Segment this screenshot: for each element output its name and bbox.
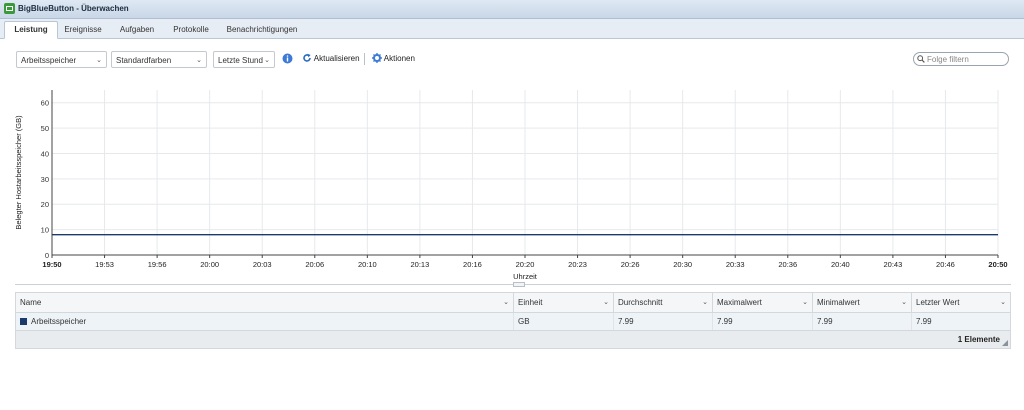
table-row[interactable]: Arbeitsspeicher GB 7.99 7.99 7.99 7.99	[16, 313, 1010, 331]
actions-button[interactable]: Aktionen	[372, 52, 415, 66]
gear-icon	[372, 53, 382, 63]
column-header-name[interactable]: Name ⌄	[16, 293, 514, 312]
x-tick-label: 20:16	[463, 260, 482, 269]
column-header-max[interactable]: Maximalwert ⌄	[713, 293, 813, 312]
window-title: BigBlueButton - Überwachen	[18, 4, 129, 13]
x-tick-label: 20:40	[831, 260, 850, 269]
time-range-select[interactable]: Letzte Stunde ⌄	[213, 51, 275, 68]
column-header-min[interactable]: Minimalwert ⌄	[813, 293, 912, 312]
y-tick-label: 40	[41, 149, 49, 158]
chevron-down-icon: ⌄	[196, 57, 202, 64]
y-tick-label: 0	[45, 251, 49, 260]
tab-bar: Leistung Ereignisse Aufgaben Protokolle …	[0, 19, 1024, 39]
x-tick-label: 20:26	[621, 260, 640, 269]
x-axis-title: Uhrzeit	[513, 272, 538, 280]
cell-average: 7.99	[614, 313, 713, 330]
chevron-down-icon: ⌄	[603, 299, 609, 306]
cell-min: 7.99	[813, 313, 912, 330]
chevron-down-icon: ⌄	[901, 299, 907, 306]
column-header-unit[interactable]: Einheit ⌄	[514, 293, 614, 312]
tab-benachrichtigungen[interactable]: Benachrichtigungen	[222, 22, 302, 37]
x-tick-label: 20:13	[410, 260, 429, 269]
table-footer: 1 Elemente	[16, 331, 1010, 348]
chart-labels: 0 10 20 30 40 50 60 19:50 19:53 19:56 20:00 20:03 20…	[14, 99, 1008, 280]
x-tick-label: 20:03	[253, 260, 272, 269]
cell-unit: GB	[514, 313, 614, 330]
x-tick-label: 20:33	[726, 260, 745, 269]
chevron-down-icon: ⌄	[96, 57, 102, 64]
chevron-down-icon: ⌄	[263, 52, 270, 67]
performance-chart: 0 10 20 30 40 50 60 19:50 19:53 19:56 20:00 20:03 20…	[14, 90, 1008, 280]
column-header-average[interactable]: Durchschnitt ⌄	[614, 293, 713, 312]
filter-input[interactable]: Folge filtern	[913, 52, 1009, 66]
tab-aufgaben[interactable]: Aufgaben	[112, 22, 162, 37]
search-icon	[917, 55, 925, 63]
series-color-swatch	[20, 318, 27, 325]
x-tick-label: 20:36	[778, 260, 797, 269]
x-tick-label: 20:43	[883, 260, 902, 269]
x-tick-label: 20:06	[305, 260, 324, 269]
x-tick-label: 20:00	[200, 260, 219, 269]
y-tick-label: 50	[41, 124, 49, 133]
color-scheme-select-value: Standardfarben	[116, 56, 172, 65]
x-tick-label: 20:30	[673, 260, 692, 269]
color-scheme-select[interactable]: Standardfarben ⌄	[111, 51, 207, 68]
metric-select[interactable]: Arbeitsspeicher ⌄	[16, 51, 107, 68]
cell-last: 7.99	[916, 317, 932, 326]
actions-label: Aktionen	[383, 54, 415, 63]
y-tick-label: 30	[41, 175, 49, 184]
x-tick-label: 20:46	[936, 260, 955, 269]
tab-protokolle[interactable]: Protokolle	[166, 22, 216, 37]
y-tick-label: 60	[41, 99, 49, 108]
bigbluebutton-vm-icon	[4, 3, 15, 14]
x-tick-label: 20:20	[516, 260, 535, 269]
toolbar-divider	[364, 53, 365, 65]
refresh-label: Aktualisieren	[313, 54, 360, 63]
metric-select-value: Arbeitsspeicher	[21, 56, 77, 65]
info-icon[interactable]	[282, 53, 293, 64]
splitter-grip[interactable]	[513, 282, 525, 287]
tab-leistung[interactable]: Leistung	[4, 21, 58, 39]
refresh-button[interactable]: Aktualisieren	[302, 52, 360, 66]
y-tick-label: 10	[41, 226, 49, 235]
legend-table: Name ⌄ Einheit ⌄ Durchschnitt ⌄ Maximalwert…	[15, 292, 1011, 349]
x-tick-label: 20:50	[988, 260, 1007, 269]
x-tick-label: 20:10	[358, 260, 377, 269]
chevron-down-icon: ⌄	[503, 299, 509, 306]
cell-max: 7.99	[713, 313, 813, 330]
refresh-icon	[303, 53, 311, 62]
x-tick-label: 20:23	[568, 260, 587, 269]
chart-grid	[52, 90, 999, 255]
x-tick-label: 19:53	[95, 260, 114, 269]
y-axis-title: Belegter Hostarbeitsspeicher (GB)	[14, 115, 23, 230]
y-tick-label: 20	[41, 200, 49, 209]
column-header-last[interactable]: Letzter Wert ⌄	[912, 293, 1010, 312]
filter-placeholder: Folge filtern	[927, 55, 969, 64]
chevron-down-icon: ⌄	[1000, 299, 1006, 306]
table-header: Name ⌄ Einheit ⌄ Durchschnitt ⌄ Maximalwert…	[16, 293, 1010, 313]
x-tick-label: 19:56	[148, 260, 167, 269]
cell-name: Arbeitsspeicher	[16, 313, 514, 330]
item-count: 1 Elemente	[957, 335, 1000, 344]
resize-grip-icon[interactable]	[1002, 340, 1008, 346]
window-titlebar: BigBlueButton - Überwachen	[0, 0, 1024, 19]
x-tick-label: 19:50	[42, 260, 61, 269]
tab-ereignisse[interactable]: Ereignisse	[58, 22, 108, 37]
time-range-select-value: Letzte Stunde	[218, 56, 268, 65]
chevron-down-icon: ⌄	[802, 299, 808, 306]
chevron-down-icon: ⌄	[702, 299, 708, 306]
